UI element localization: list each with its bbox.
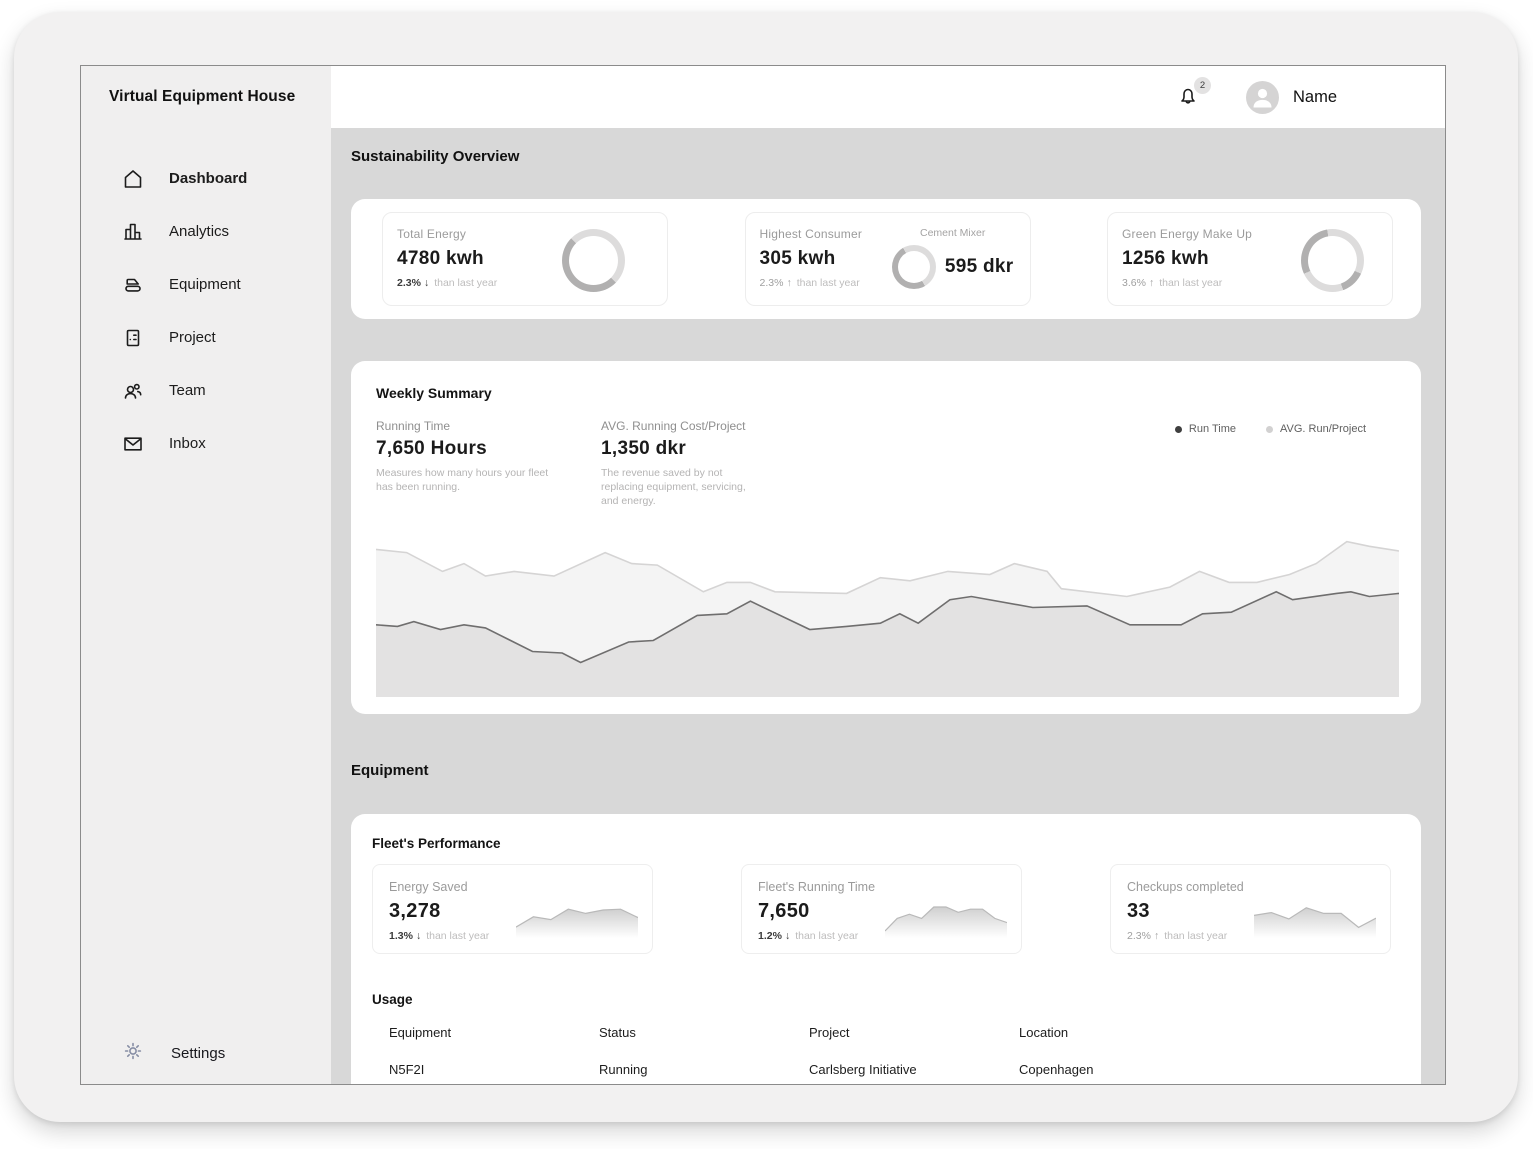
consumer-name: Cement Mixer <box>920 227 985 239</box>
green-energy-card: Green Energy Make Up 1256 kwh 3.6% ↑ tha… <box>1107 212 1393 306</box>
energy-saved-sparkline <box>516 902 638 943</box>
bar-chart-icon <box>121 220 145 244</box>
sidebar-item-team[interactable]: Team <box>81 364 331 417</box>
app-window: Virtual Equipment House Dashboard Analyt… <box>80 65 1446 1085</box>
energy-donut-chart <box>562 229 625 292</box>
sidebar-item-label: Inbox <box>169 435 206 452</box>
weekly-area-chart <box>376 540 1399 697</box>
sidebar-item-inbox[interactable]: Inbox <box>81 417 331 470</box>
user-icon <box>1246 81 1279 114</box>
legend-dot <box>1175 426 1182 433</box>
consumer-detail: Cement Mixer 595 dkr <box>892 227 1014 289</box>
down-arrow-icon: ↓ <box>416 930 421 942</box>
weekly-summary-title: Weekly Summary <box>376 385 1399 401</box>
fleet-performance-title: Fleet's Performance <box>372 836 1391 851</box>
highest-consumer-card: Highest Consumer 305 kwh 2.3% ↑ than las… <box>745 212 1031 306</box>
legend-dot <box>1266 426 1273 433</box>
green-energy-donut-chart <box>1301 229 1364 292</box>
consumer-cost: 595 dkr <box>945 256 1014 278</box>
weekly-summary-panel: Weekly Summary Running Time 7,650 Hours … <box>351 361 1421 714</box>
app-title: Virtual Equipment House <box>81 66 331 106</box>
fleet-running-time-card: Fleet's Running Time 7,650 1.2% ↓ than l… <box>741 864 1022 954</box>
avatar[interactable] <box>1246 81 1279 114</box>
legend-avg-run: AVG. Run/Project <box>1266 423 1366 435</box>
fleet-panel: Fleet's Performance Energy Saved 3,278 1… <box>351 814 1421 1084</box>
topbar: 2 Name <box>331 66 1445 128</box>
notifications-button[interactable]: 2 <box>1176 84 1202 110</box>
avg-cost-stat: AVG. Running Cost/Project 1,350 dkr The … <box>601 419 759 508</box>
device-frame: Virtual Equipment House Dashboard Analyt… <box>14 12 1518 1122</box>
sidebar-item-label: Analytics <box>169 223 229 240</box>
up-arrow-icon: ↑ <box>1154 930 1159 942</box>
up-arrow-icon: ↑ <box>786 277 791 289</box>
settings-label: Settings <box>171 1045 225 1062</box>
up-arrow-icon: ↑ <box>1149 277 1154 289</box>
running-time-stat: Running Time 7,650 Hours Measures how ma… <box>376 419 601 508</box>
main-area: 2 Name Sustainability Overview Total Ene… <box>331 66 1445 1084</box>
sidebar-item-label: Dashboard <box>169 170 247 187</box>
usage-title: Usage <box>372 992 1391 1007</box>
dashboard-content: Sustainability Overview Total Energy 478… <box>331 128 1445 1084</box>
total-energy-card: Total Energy 4780 kwh 2.3% ↓ than last y… <box>382 212 668 306</box>
sidebar-item-dashboard[interactable]: Dashboard <box>81 152 331 205</box>
usage-table-header: Equipment Status Project Location <box>389 1025 1391 1040</box>
usage-table: Equipment Status Project Location N5F2I … <box>389 1025 1391 1077</box>
sidebar-nav: Dashboard Analytics Equipment <box>81 152 331 470</box>
chart-legend: Run Time AVG. Run/Project <box>1175 423 1366 435</box>
sidebar: Virtual Equipment House Dashboard Analyt… <box>81 66 331 1084</box>
down-arrow-icon: ↓ <box>785 930 790 942</box>
people-icon <box>121 379 145 403</box>
document-icon <box>121 326 145 350</box>
sidebar-item-project[interactable]: Project <box>81 311 331 364</box>
sustainability-section-title: Sustainability Overview <box>351 128 1421 165</box>
table-row[interactable]: N5F2I Running Carlsberg Initiative Copen… <box>389 1062 1391 1077</box>
running-time-sparkline <box>885 902 1007 943</box>
sidebar-item-settings[interactable]: Settings <box>121 1036 225 1070</box>
equipment-section-title: Equipment <box>351 762 1421 779</box>
overview-panel: Total Energy 4780 kwh 2.3% ↓ than last y… <box>351 199 1421 319</box>
legend-run-time: Run Time <box>1175 423 1236 435</box>
sidebar-item-equipment[interactable]: Equipment <box>81 258 331 311</box>
checkups-card: Checkups completed 33 2.3% ↑ than last y… <box>1110 864 1391 954</box>
home-icon <box>121 167 145 191</box>
machine-icon <box>121 273 145 297</box>
envelope-icon <box>121 432 145 456</box>
consumer-donut-chart <box>892 245 936 289</box>
sidebar-item-label: Project <box>169 329 216 346</box>
gear-icon <box>121 1039 145 1068</box>
down-arrow-icon: ↓ <box>424 277 429 289</box>
sidebar-item-label: Equipment <box>169 276 241 293</box>
sidebar-item-analytics[interactable]: Analytics <box>81 205 331 258</box>
checkups-sparkline <box>1254 902 1376 943</box>
sidebar-item-label: Team <box>169 382 206 399</box>
user-name[interactable]: Name <box>1293 88 1337 107</box>
fleet-cards: Energy Saved 3,278 1.3% ↓ than last year… <box>372 864 1391 954</box>
energy-saved-card: Energy Saved 3,278 1.3% ↓ than last year <box>372 864 653 954</box>
notification-badge: 2 <box>1194 77 1211 94</box>
